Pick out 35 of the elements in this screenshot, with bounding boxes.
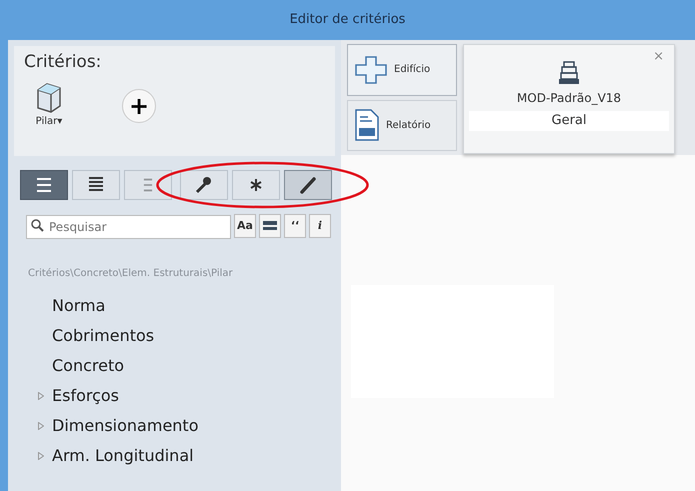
pencil-icon — [298, 175, 318, 195]
tree-item[interactable]: Dimensionamento — [52, 411, 198, 441]
breadcrumb: Critérios\Concreto\Elem. Estruturais\Pilar — [28, 267, 234, 281]
search-option-button[interactable]: Aa — [234, 214, 256, 238]
nav-button[interactable]: Edifício — [347, 44, 457, 96]
view-button[interactable] — [232, 170, 280, 200]
window-title: Editor de critérios — [0, 0, 695, 40]
search-field[interactable]: Pesquisar — [26, 215, 231, 239]
model-title: MOD-Padrão_V18 — [516, 90, 622, 107]
search-option-button[interactable]: ‘‘ — [284, 214, 306, 238]
criteria-heading: Critérios: — [24, 52, 102, 72]
nav-button[interactable]: Relatório — [347, 100, 457, 151]
format-button[interactable] — [259, 214, 281, 238]
view-button[interactable] — [72, 170, 120, 200]
stack-icon — [558, 61, 580, 85]
plus-icon — [354, 54, 388, 85]
toggle-icon — [263, 220, 277, 231]
view-button[interactable] — [284, 170, 332, 200]
indent-icon — [143, 178, 153, 192]
key-icon — [194, 175, 214, 195]
tree-item[interactable]: Esforços — [52, 381, 120, 411]
list-icon — [34, 175, 54, 195]
search-option-button[interactable]: i — [309, 214, 331, 238]
tree-item[interactable]: Concreto — [52, 351, 124, 381]
add-button[interactable]: + — [122, 88, 156, 123]
document-icon — [354, 108, 380, 142]
model-card[interactable]: × MOD-Padrão_V18 Geral — [463, 44, 675, 154]
tree-item[interactable]: Cobrimentos — [52, 321, 154, 351]
element-dropdown[interactable]: Pilar▾ — [36, 114, 62, 130]
tree-item[interactable]: Norma — [52, 291, 106, 321]
model-subtitle: Geral — [469, 111, 669, 130]
tree-item[interactable]: Arm. Longitudinal — [52, 441, 194, 471]
view-button[interactable] — [180, 170, 228, 200]
cube-icon[interactable] — [35, 82, 63, 114]
view-button[interactable] — [20, 170, 68, 200]
